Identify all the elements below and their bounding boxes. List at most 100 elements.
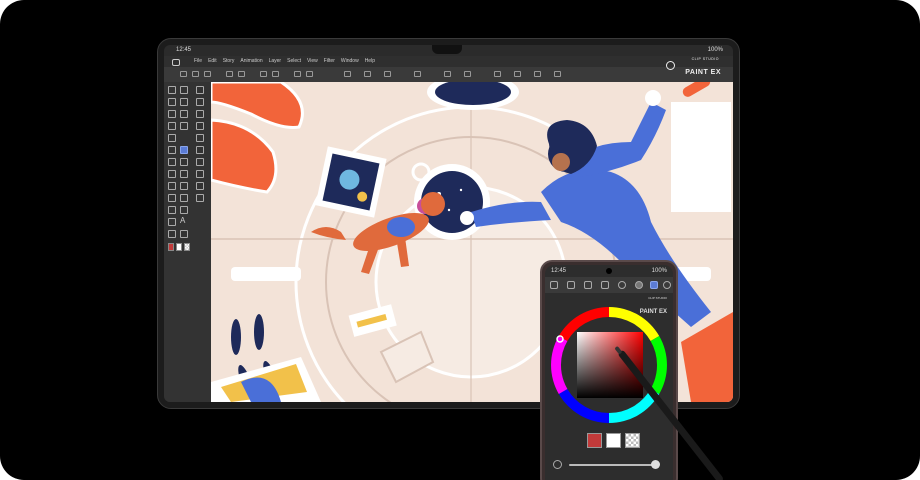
watercolor-icon[interactable] — [168, 182, 176, 190]
swap-icon[interactable] — [601, 281, 609, 289]
frame-icon[interactable] — [196, 182, 204, 190]
color-wheel-icon[interactable] — [650, 281, 658, 289]
ruler-tool-icon[interactable] — [196, 194, 204, 202]
opacity-icon — [553, 460, 562, 469]
menu-item-layer[interactable]: Layer — [269, 56, 282, 67]
open-icon[interactable] — [192, 71, 199, 77]
airbrush-tool-icon[interactable] — [196, 98, 204, 106]
floating-picture — [315, 146, 387, 218]
fill-selection-icon[interactable] — [306, 71, 313, 77]
grid-tool-icon[interactable] — [180, 206, 188, 214]
phone-device: 12:45 100% CLIP STUDIO PAINT EX — [540, 260, 678, 480]
sub-color-swatch[interactable] — [176, 243, 182, 251]
deselect-icon[interactable] — [344, 71, 351, 77]
text-icon[interactable]: A — [180, 216, 185, 225]
dark-oval — [254, 314, 264, 350]
copy-icon[interactable] — [260, 71, 267, 77]
menu-item-filter[interactable]: Filter — [324, 56, 335, 67]
marker-icon[interactable] — [168, 158, 176, 166]
decoration-tool-icon[interactable] — [196, 110, 204, 118]
sparkle-icon[interactable] — [168, 170, 176, 178]
eraser-icon[interactable] — [196, 122, 204, 130]
blend-icon[interactable] — [196, 134, 204, 142]
fill-area-icon[interactable] — [180, 182, 188, 190]
small-ring — [411, 162, 431, 182]
side-panel-right — [671, 102, 731, 212]
menu-item-select[interactable]: Select — [287, 56, 301, 67]
redo-icon[interactable] — [238, 71, 245, 77]
paint-bucket-icon[interactable] — [180, 170, 188, 178]
triangle-icon[interactable] — [168, 218, 176, 226]
shape-icon[interactable] — [180, 194, 188, 202]
eye-icon[interactable] — [550, 281, 558, 289]
status-time: 12:45 — [176, 47, 192, 53]
correction-icon[interactable] — [180, 230, 188, 238]
gradient-icon[interactable] — [196, 158, 204, 166]
lasso-icon[interactable] — [180, 122, 188, 130]
phone-camera — [606, 268, 612, 274]
phone-main-color-swatch[interactable] — [587, 433, 602, 448]
invert-selection-icon[interactable] — [364, 71, 371, 77]
menu-item-file[interactable]: File — [194, 56, 202, 67]
menu-item-help[interactable]: Help — [365, 56, 375, 67]
globe-icon[interactable] — [635, 281, 643, 289]
app-menu-icon[interactable] — [172, 59, 180, 66]
phone-toolbar — [545, 277, 673, 293]
logo-small-text: CLIP STUDIO — [691, 57, 719, 61]
crop-icon[interactable] — [384, 71, 391, 77]
menu-item-window[interactable]: Window — [341, 56, 359, 67]
figure-icon[interactable] — [196, 170, 204, 178]
new-icon[interactable] — [180, 71, 187, 77]
camera-notch — [432, 45, 462, 54]
eyedropper-icon[interactable] — [168, 134, 176, 142]
color-wheel[interactable] — [545, 301, 673, 431]
balloon-icon[interactable] — [168, 230, 176, 238]
phone-transparent-swatch[interactable] — [625, 433, 640, 448]
ruler-icon[interactable] — [444, 71, 451, 77]
menu-item-view[interactable]: View — [307, 56, 318, 67]
transparent-color-swatch[interactable] — [184, 243, 190, 251]
orange-tube-left — [211, 118, 278, 194]
fill-icon[interactable] — [196, 146, 204, 154]
layers-icon[interactable] — [567, 281, 575, 289]
zoom-icon[interactable] — [196, 86, 204, 94]
line-icon[interactable] — [168, 206, 176, 214]
pen-tool-icon[interactable] — [168, 86, 176, 94]
help-icon[interactable] — [663, 281, 671, 289]
move-icon[interactable] — [180, 98, 188, 106]
zoom-in-icon[interactable] — [168, 110, 176, 118]
paste-icon[interactable] — [272, 71, 279, 77]
menu-item-animation[interactable]: Animation — [240, 56, 262, 67]
select-icon[interactable] — [168, 122, 176, 130]
move-layer-icon[interactable] — [180, 110, 188, 118]
logo-big-text: PAINT EX — [685, 69, 721, 76]
smudge-icon[interactable] — [168, 194, 176, 202]
status-battery: 100% — [707, 47, 723, 53]
settings-icon[interactable] — [618, 281, 626, 289]
g-pen-icon[interactable] — [180, 146, 188, 154]
hand-icon[interactable] — [168, 98, 176, 106]
menu-bar: File Edit Story Animation Layer Select V… — [164, 56, 733, 67]
product-card: 12:45 100% File Edit Story Animation Lay… — [0, 0, 920, 480]
menu-item-edit[interactable]: Edit — [208, 56, 217, 67]
brush-icon[interactable] — [168, 146, 176, 154]
undo-icon[interactable] — [226, 71, 233, 77]
phone-status-time: 12:45 — [551, 268, 567, 274]
preview-icon[interactable] — [554, 71, 561, 77]
pencil-tool-icon[interactable] — [180, 86, 188, 94]
transform-icon[interactable] — [414, 71, 421, 77]
clear-icon[interactable] — [294, 71, 301, 77]
save-icon[interactable] — [204, 71, 211, 77]
menu-item-story[interactable]: Story — [223, 56, 235, 67]
save-icon[interactable] — [584, 281, 592, 289]
grid-icon[interactable] — [494, 71, 501, 77]
slider-knob[interactable] — [651, 460, 660, 469]
brush-size-slider[interactable] — [569, 464, 657, 466]
phone-sub-color-swatch[interactable] — [606, 433, 621, 448]
device-icon[interactable] — [534, 71, 541, 77]
ink-icon[interactable] — [180, 158, 188, 166]
app-logo-icon — [666, 61, 675, 70]
main-color-swatch[interactable] — [168, 243, 174, 251]
layer-icon[interactable] — [514, 71, 521, 77]
snap-icon[interactable] — [464, 71, 471, 77]
